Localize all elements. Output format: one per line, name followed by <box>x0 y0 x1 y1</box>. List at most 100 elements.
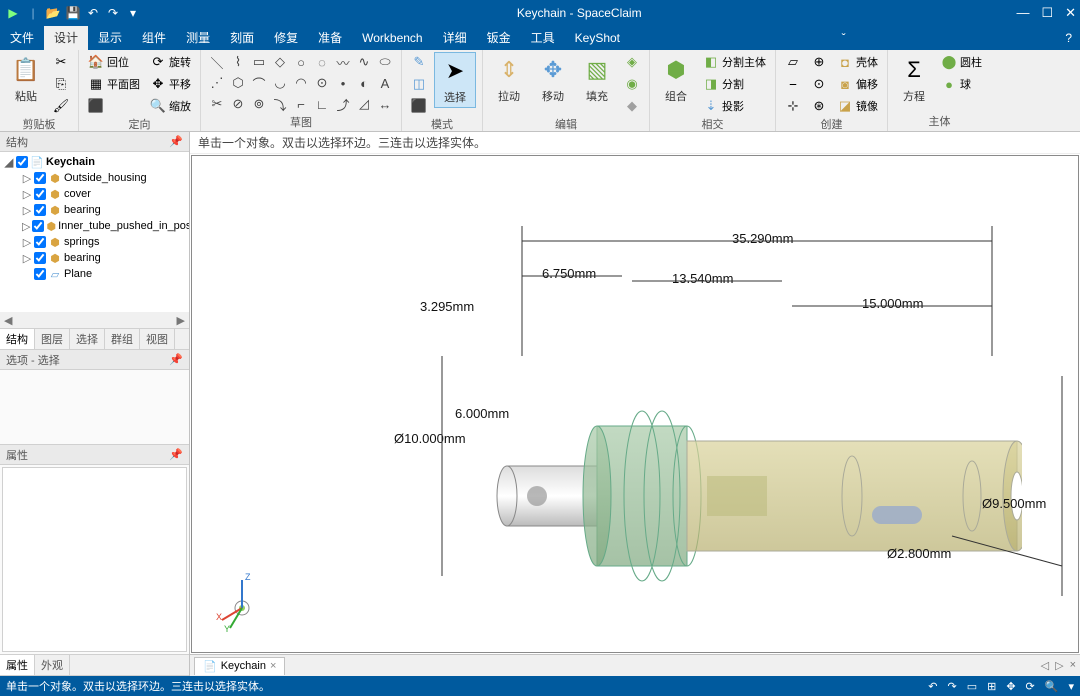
status-rotate-icon[interactable]: ⟳ <box>1026 680 1035 693</box>
tab-repair[interactable]: 修复 <box>264 26 308 50</box>
circle-tool[interactable]: ○ <box>291 52 311 72</box>
spin-button[interactable]: ⟳旋转 <box>147 52 194 72</box>
rect-tool[interactable]: ▭ <box>249 52 269 72</box>
point-tool[interactable]: • <box>333 73 353 93</box>
help-button[interactable]: ? <box>1065 31 1080 45</box>
status-snap-icon[interactable]: ⊞ <box>987 680 996 693</box>
tree-root[interactable]: ◢ 📄 Keychain <box>2 154 187 170</box>
visibility-checkbox[interactable] <box>34 268 46 280</box>
solid-mode-button[interactable]: ⬛ <box>408 96 430 116</box>
move-button[interactable]: ✥移动 <box>533 52 573 106</box>
status-redo-icon[interactable]: ↷ <box>947 680 956 693</box>
tab-workbench[interactable]: Workbench <box>352 26 432 50</box>
tab-sheetmetal[interactable]: 钣金 <box>477 26 521 50</box>
project-button[interactable]: ⇣投影 <box>700 96 769 116</box>
panel-pin-icon[interactable]: 📌 <box>169 353 183 366</box>
shell-button[interactable]: ◘壳体 <box>834 52 881 72</box>
visibility-checkbox[interactable] <box>34 204 46 216</box>
tab-keyshot[interactable]: KeyShot <box>565 26 630 50</box>
doc-close-icon[interactable]: × <box>270 660 276 672</box>
text-tool[interactable]: A <box>375 73 395 93</box>
format-painter-button[interactable]: 🖌 <box>50 96 72 116</box>
dim-tool[interactable]: ↔ <box>375 94 395 114</box>
panel-pin-icon[interactable]: 📌 <box>169 448 183 461</box>
tweak-button[interactable]: ◆ <box>621 96 643 116</box>
tab-detail[interactable]: 详细 <box>433 26 477 50</box>
home-button[interactable]: 🏠回位 <box>85 52 143 72</box>
datum-origin-button[interactable]: ⊕ <box>808 52 830 72</box>
planview-button[interactable]: ▦平面图 <box>85 74 143 94</box>
sweep-arc-tool[interactable]: ◠ <box>291 73 311 93</box>
tangent-arc-tool[interactable]: ⊙ <box>312 73 332 93</box>
tab-display[interactable]: 显示 <box>88 26 132 50</box>
split-button[interactable]: ◨分割 <box>700 74 769 94</box>
expand-icon[interactable]: ▷ <box>22 204 32 217</box>
splitbody-button[interactable]: ◧分割主体 <box>700 52 769 72</box>
section-mode-button[interactable]: ◫ <box>408 74 430 94</box>
construction-line-tool[interactable]: ⋰ <box>207 73 227 93</box>
line-tool[interactable]: ＼ <box>207 52 227 72</box>
arc3pt-tool[interactable]: ◡ <box>270 73 290 93</box>
fillet-tool[interactable]: ⌐ <box>291 94 311 114</box>
panel-pin-icon[interactable]: 📌 <box>169 135 183 148</box>
trim-tool[interactable]: ✂ <box>207 94 227 114</box>
tab-nav-right-icon[interactable]: ▷ <box>1055 659 1063 672</box>
status-selection-icon[interactable]: ▭ <box>967 680 977 693</box>
redo-icon[interactable]: ↷ <box>104 4 122 22</box>
combine-button[interactable]: ⬢组合 <box>656 52 696 106</box>
status-menu-icon[interactable]: ▾ <box>1068 680 1074 693</box>
tree-item[interactable]: ▷⬢cover <box>20 186 187 202</box>
lower-tab-appearance[interactable]: 外观 <box>35 655 70 675</box>
cut-button[interactable]: ✂ <box>50 52 72 72</box>
tab-facets[interactable]: 刻面 <box>220 26 264 50</box>
run-icon[interactable]: ▶ <box>4 4 22 22</box>
side-tab-views[interactable]: 视图 <box>140 329 175 349</box>
view-cube-button[interactable]: ⬛ <box>85 96 143 116</box>
pan-button[interactable]: ✥平移 <box>147 74 194 94</box>
tab-nav-left-icon[interactable]: ◁ <box>1041 659 1049 672</box>
root-visibility-checkbox[interactable] <box>16 156 28 168</box>
side-tab-groups[interactable]: 群组 <box>105 329 140 349</box>
orientation-triad[interactable]: Z X Y <box>212 572 272 632</box>
mirror-button[interactable]: ◪镜像 <box>834 96 881 116</box>
tab-measure[interactable]: 测量 <box>176 26 220 50</box>
zoom-button[interactable]: 🔍缩放 <box>147 96 194 116</box>
tab-prepare[interactable]: 准备 <box>308 26 352 50</box>
document-tab[interactable]: 📄 Keychain × <box>194 657 285 675</box>
offset-curve-tool[interactable]: ⊚ <box>249 94 269 114</box>
undo-icon[interactable]: ↶ <box>84 4 102 22</box>
side-tab-selection[interactable]: 选择 <box>70 329 105 349</box>
tree-item[interactable]: ▷⬢Inner_tube_pushed_in_pos <box>20 218 187 234</box>
structure-tree[interactable]: ◢ 📄 Keychain ▷⬢Outside_housing ▷⬢cover ▷… <box>0 152 189 312</box>
ellipse-tool[interactable]: ⬭ <box>375 52 395 72</box>
pull-button[interactable]: ⇕拉动 <box>489 52 529 106</box>
face-curve-tool[interactable]: ◐ <box>354 73 374 93</box>
tree-item[interactable]: ▷⬢bearing <box>20 250 187 266</box>
status-undo-icon[interactable]: ↶ <box>928 680 937 693</box>
paste-button[interactable]: 📋 粘贴 <box>6 52 46 106</box>
project-tool[interactable]: ⤵ <box>270 94 290 114</box>
status-zoom-icon[interactable]: 🔍 <box>1045 680 1059 693</box>
sketch-mode-button[interactable]: ✎ <box>408 52 430 72</box>
tree-item[interactable]: ▷⬢springs <box>20 234 187 250</box>
side-tab-structure[interactable]: 结构 <box>0 329 35 349</box>
tab-tools[interactable]: 工具 <box>521 26 565 50</box>
cylinder-button[interactable]: ⬤圆柱 <box>938 52 985 72</box>
expand-icon[interactable]: ▷ <box>22 188 32 201</box>
tree-item[interactable]: ▷⬢Outside_housing <box>20 170 187 186</box>
visibility-checkbox[interactable] <box>34 252 46 264</box>
replace-button[interactable]: ◈ <box>621 52 643 72</box>
circle3pt-tool[interactable]: ◌ <box>312 52 332 72</box>
maximize-button[interactable]: ☐ <box>1041 5 1053 21</box>
create-corner-tool[interactable]: ◿ <box>354 94 374 114</box>
tree-item[interactable]: ▱Plane <box>20 266 187 282</box>
expand-icon[interactable]: ▷ <box>22 172 32 185</box>
lower-tab-props[interactable]: 属性 <box>0 655 35 675</box>
tangent-line-tool[interactable]: ⌇ <box>228 52 248 72</box>
spline2-tool[interactable]: ∿ <box>354 52 374 72</box>
sphere-button[interactable]: ●球 <box>938 74 985 94</box>
expand-icon[interactable]: ▷ <box>22 252 32 265</box>
tab-file[interactable]: 文件 <box>0 26 44 50</box>
tab-nav-close-icon[interactable]: × <box>1070 659 1076 672</box>
status-pan-icon[interactable]: ✥ <box>1006 680 1015 693</box>
